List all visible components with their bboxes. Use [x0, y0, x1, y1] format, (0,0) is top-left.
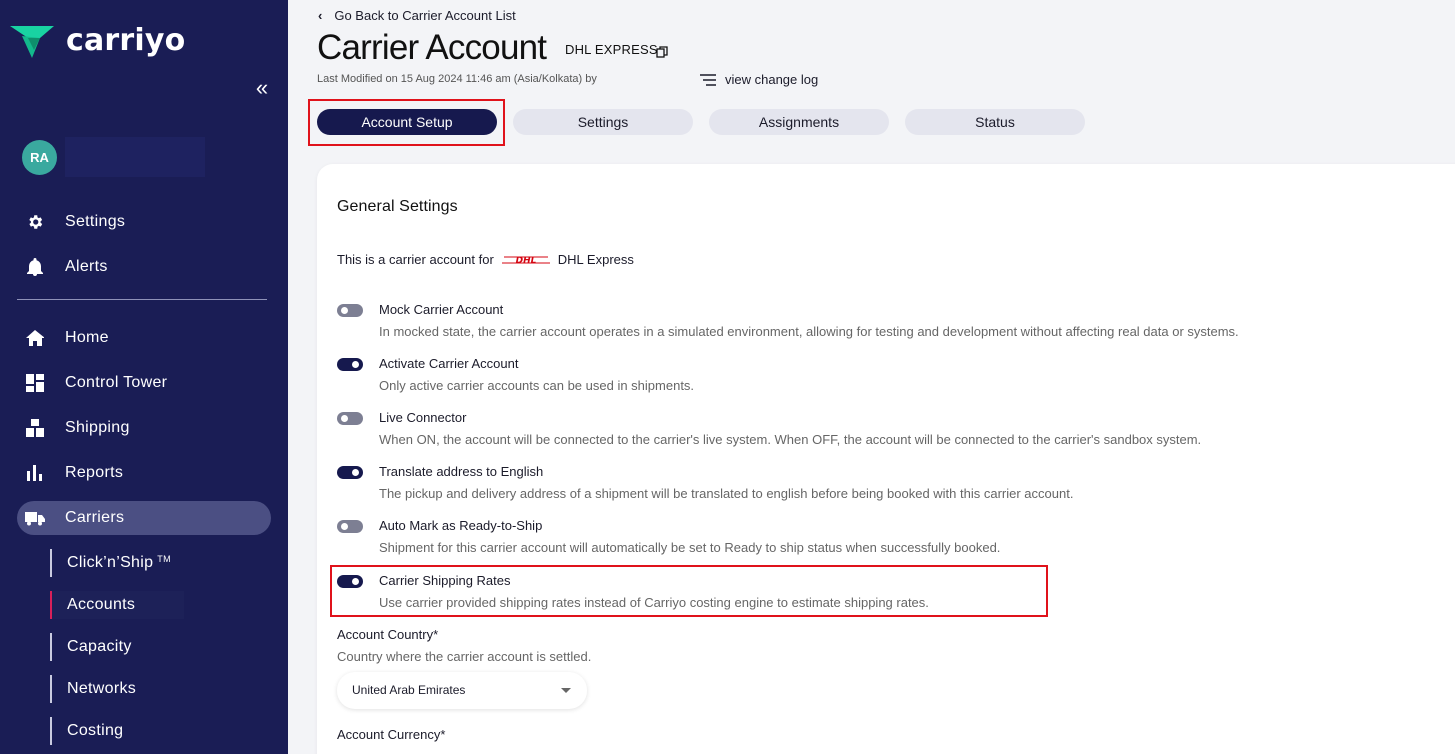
sidebar-item-home[interactable]: Home — [17, 321, 271, 355]
chevron-left-icon: ‹ — [318, 8, 323, 23]
home-icon — [25, 328, 45, 348]
sidebar-item-reports[interactable]: Reports — [17, 456, 271, 490]
toggle-translate-address[interactable] — [337, 466, 363, 479]
view-change-log-link[interactable]: view change log — [700, 72, 818, 87]
account-country-label: Account Country* — [337, 627, 439, 642]
dhl-logo: DHL — [501, 256, 550, 266]
option-label: Auto Mark as Ready-to-Ship — [379, 518, 543, 533]
collapse-sidebar-icon[interactable]: « — [250, 76, 274, 100]
back-link-label: Go Back to Carrier Account List — [334, 8, 516, 23]
truck-icon — [25, 508, 45, 528]
sidebar-subitem-label: Capacity — [67, 638, 132, 655]
account-country-value: United Arab Emirates — [352, 683, 466, 697]
toggle-knob — [341, 523, 348, 530]
carriyo-logo[interactable]: carriyo — [10, 22, 185, 58]
tab-assignments[interactable]: Assignments — [709, 109, 889, 135]
carrier-name: DHL EXPRESS — [565, 42, 658, 57]
sidebar-subitem-costing[interactable]: Costing — [50, 717, 123, 745]
sidebar-item-control-tower[interactable]: Control Tower — [17, 366, 271, 400]
toggle-knob — [341, 307, 348, 314]
sidebar-subitem-networks[interactable]: Networks — [50, 675, 136, 703]
option-label: Live Connector — [379, 410, 467, 425]
sidebar-subitem-accounts[interactable]: Accounts — [50, 591, 184, 619]
tab-status[interactable]: Status — [905, 109, 1085, 135]
option-label: Mock Carrier Account — [379, 302, 504, 317]
list-icon — [700, 73, 716, 86]
highlight-box-carrier-shipping-rates — [330, 565, 1048, 617]
sidebar-item-label: Carriers — [65, 509, 125, 526]
account-country-select[interactable]: United Arab Emirates — [337, 672, 587, 709]
last-modified-text: Last Modified on 15 Aug 2024 11:46 am (A… — [317, 73, 597, 85]
back-to-carrier-list-link[interactable]: ‹ Go Back to Carrier Account List — [318, 8, 516, 23]
carrier-display-name: DHL Express — [557, 252, 634, 267]
sidebar-subitem-capacity[interactable]: Capacity — [50, 633, 132, 661]
sidebar-item-label: Shipping — [65, 419, 130, 436]
sidebar: carriyo « RA Settings Alerts Home Contro… — [0, 0, 288, 754]
section-title: General Settings — [337, 198, 458, 215]
option-description: When ON, the account will be connected t… — [379, 432, 1202, 447]
boxes-icon — [25, 418, 45, 438]
tab-settings[interactable]: Settings — [513, 109, 693, 135]
highlight-box-account-setup — [308, 99, 505, 146]
bell-icon — [25, 257, 45, 277]
sidebar-subitem-label: Networks — [67, 680, 137, 697]
caret-down-icon — [561, 688, 571, 693]
avatar: RA — [22, 139, 57, 175]
copy-icon[interactable] — [656, 46, 668, 58]
sidebar-item-settings[interactable]: Settings — [17, 205, 271, 239]
sidebar-item-label: Control Tower — [65, 374, 168, 391]
user-profile[interactable]: RA — [22, 137, 205, 177]
user-name-redacted — [65, 137, 205, 177]
toggle-knob — [352, 361, 359, 368]
sidebar-item-label: Home — [65, 329, 109, 346]
carrier-intro-text: This is a carrier account for — [337, 252, 494, 267]
sidebar-item-label: Reports — [65, 464, 124, 481]
sidebar-subitem-label: Click’n’Ship — [67, 554, 154, 571]
toggle-activate-carrier-account[interactable] — [337, 358, 363, 371]
option-label: Activate Carrier Account — [379, 356, 519, 371]
gear-icon — [25, 212, 45, 232]
sidebar-item-alerts[interactable]: Alerts — [17, 250, 271, 284]
toggle-live-connector[interactable] — [337, 412, 363, 425]
toggle-auto-mark-ready-to-ship[interactable] — [337, 520, 363, 533]
sidebar-divider — [17, 299, 267, 300]
account-currency-label: Account Currency* — [337, 727, 446, 742]
toggle-knob — [352, 469, 359, 476]
sidebar-item-shipping[interactable]: Shipping — [17, 411, 271, 445]
sidebar-item-label: Settings — [65, 213, 126, 230]
account-country-help: Country where the carrier account is set… — [337, 649, 592, 664]
sidebar-item-carriers[interactable]: Carriers — [17, 501, 271, 535]
toggle-mock-carrier-account[interactable] — [337, 304, 363, 317]
sidebar-item-label: Alerts — [65, 258, 108, 275]
option-description: Shipment for this carrier account will a… — [379, 540, 1001, 555]
option-description: In mocked state, the carrier account ope… — [379, 324, 1239, 339]
carrier-intro-line: This is a carrier account for DHL DHL Ex… — [337, 252, 634, 267]
sidebar-subitem-label: Costing — [67, 722, 124, 739]
change-log-label: view change log — [725, 72, 819, 87]
sidebar-subitem-label: Accounts — [67, 596, 136, 613]
trademark-sup: TM — [157, 554, 171, 564]
carriyo-logo-icon — [10, 26, 54, 58]
dashboard-icon — [25, 373, 45, 393]
brand-name: carriyo — [66, 22, 186, 58]
option-description: Only active carrier accounts can be used… — [379, 378, 695, 393]
bar-chart-icon — [25, 463, 45, 483]
page-title: Carrier Account — [317, 28, 547, 67]
option-description: The pickup and delivery address of a shi… — [379, 486, 1074, 501]
option-label: Translate address to English — [379, 464, 544, 479]
dhl-logo-text: DHL — [515, 256, 536, 266]
sidebar-subitem-clicknship[interactable]: Click’n’Ship TM — [50, 549, 171, 577]
toggle-knob — [341, 415, 348, 422]
